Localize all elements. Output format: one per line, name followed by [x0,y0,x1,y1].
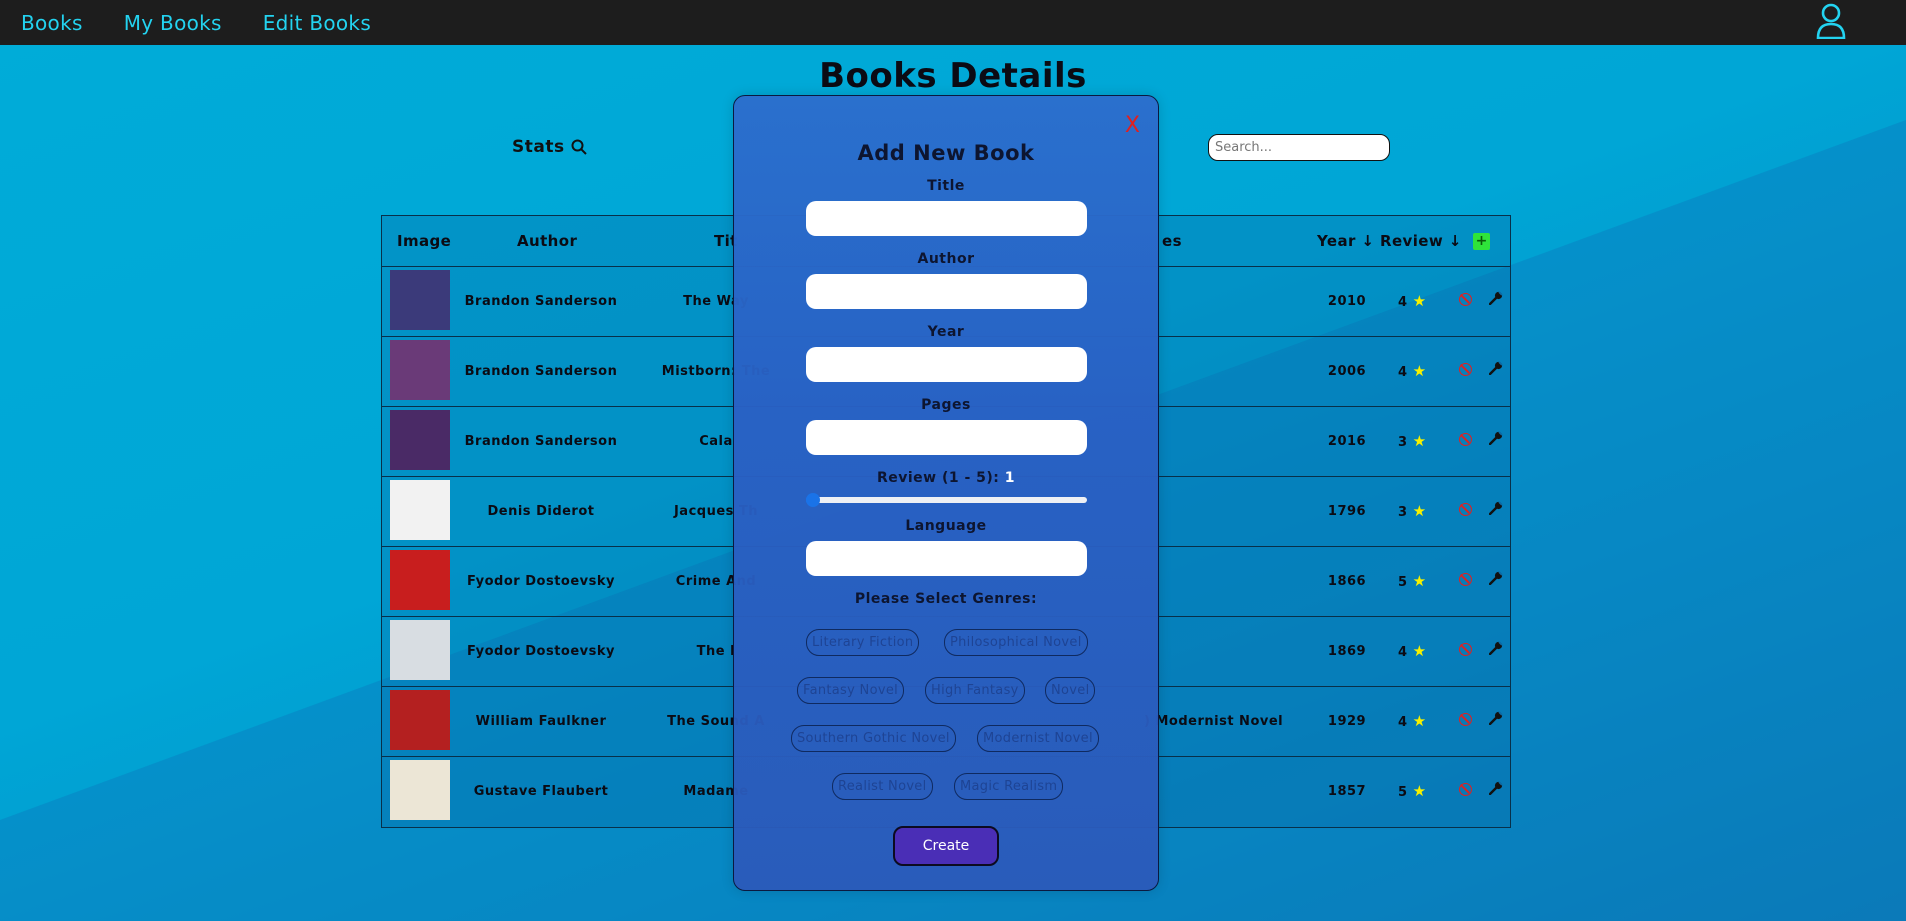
genre-philosophical-novel[interactable]: Philosophical Novel [944,629,1088,656]
star-icon: ★ [1412,642,1427,660]
delete-icon[interactable] [1459,293,1472,306]
star-icon: ★ [1412,502,1427,520]
wrench-icon[interactable] [1489,571,1503,585]
row-review-value: 4 [1398,365,1408,380]
row-year: 1866 [1327,574,1367,589]
search-input[interactable] [1208,134,1390,161]
review-label: Review (1 - 5): 1 [734,470,1158,486]
user-icon[interactable] [1816,3,1846,39]
stats-label: Stats [512,137,565,157]
genre-fantasy-novel[interactable]: Fantasy Novel [797,677,905,704]
row-year: 1869 [1327,644,1367,659]
create-button[interactable]: Create [893,826,999,866]
genre-modernist-novel[interactable]: Modernist Novel [977,725,1099,752]
wrench-icon[interactable] [1489,291,1503,305]
delete-icon[interactable] [1459,643,1472,656]
wrench-icon[interactable] [1489,501,1503,515]
row-review: 3 ★ [1398,502,1427,520]
add-book-modal: X Add New Book Title Author Year Pages R… [733,95,1159,891]
row-review-value: 4 [1398,645,1408,660]
nav-link-books[interactable]: Books [21,11,83,35]
row-review: 3 ★ [1398,432,1427,450]
page-title: Books Details [819,56,1087,96]
column-year-label: Year [1317,232,1356,250]
wrench-icon[interactable] [1489,431,1503,445]
genre-literary-fiction[interactable]: Literary Fiction [806,629,920,656]
column-author: Author [517,232,578,250]
review-value: 1 [1004,470,1016,486]
row-year: 1929 [1327,714,1367,729]
pages-label: Pages [921,397,971,413]
sort-down-icon: ↓ [1448,232,1462,250]
row-review-value: 5 [1398,785,1408,800]
add-book-button[interactable]: + [1473,233,1490,250]
row-review-value: 3 [1398,505,1408,520]
genre-southern-gothic-novel[interactable]: Southern Gothic Novel [791,725,956,752]
wrench-icon[interactable] [1489,781,1503,795]
review-slider-thumb[interactable] [806,493,820,507]
row-review: 4 ★ [1398,292,1427,310]
star-icon: ★ [1412,712,1427,730]
year-label: Year [927,324,965,340]
row-year: 2016 [1327,434,1367,449]
close-icon[interactable]: X [1125,113,1140,138]
column-review[interactable]: Review ↓ [1380,232,1462,250]
genres-heading: Please Select Genres: [854,591,1038,607]
column-review-label: Review [1380,232,1444,250]
author-label: Author [917,251,975,267]
row-review-value: 4 [1398,715,1408,730]
column-year[interactable]: Year ↓ [1317,232,1374,250]
row-review: 4 ★ [1398,362,1427,380]
column-image: Image [397,232,452,250]
delete-icon[interactable] [1459,433,1472,446]
author-input[interactable] [806,274,1087,309]
row-year: 2006 [1327,364,1367,379]
modal-title: Add New Book [857,141,1035,165]
star-icon: ★ [1412,572,1427,590]
star-icon: ★ [1412,782,1427,800]
year-input[interactable] [806,347,1087,382]
genre-realist-novel[interactable]: Realist Novel [832,773,933,800]
row-review: 5 ★ [1398,572,1427,590]
star-icon: ★ [1412,432,1427,450]
review-label-text: Review (1 - 5): [876,470,1000,486]
wrench-icon[interactable] [1489,711,1503,725]
column-genres: es [1162,232,1182,250]
delete-icon[interactable] [1459,363,1472,376]
wrench-icon[interactable] [1489,641,1503,655]
pages-input[interactable] [806,420,1087,455]
row-review: 4 ★ [1398,642,1427,660]
genre-high-fantasy[interactable]: High Fantasy [925,677,1025,704]
delete-icon[interactable] [1459,503,1472,516]
stats-button[interactable]: Stats [512,137,587,157]
row-review-value: 5 [1398,575,1408,590]
delete-icon[interactable] [1459,783,1472,796]
genre-novel[interactable]: Novel [1045,677,1096,704]
title-label: Title [927,178,965,194]
wrench-icon[interactable] [1489,361,1503,375]
genre-magic-realism[interactable]: Magic Realism [954,773,1064,800]
nav-link-edit-books[interactable]: Edit Books [263,11,371,35]
sort-down-icon: ↓ [1361,232,1375,250]
nav-link-my-books[interactable]: My Books [124,11,222,35]
row-review-value: 3 [1398,435,1408,450]
language-label: Language [905,518,987,534]
language-input[interactable] [806,541,1087,576]
search-icon [571,139,587,155]
row-year: 1857 [1327,784,1367,799]
row-review-value: 4 [1398,295,1408,310]
delete-icon[interactable] [1459,573,1472,586]
row-review: 5 ★ [1398,782,1427,800]
review-slider[interactable] [806,493,1087,507]
star-icon: ★ [1412,292,1427,310]
row-year: 1796 [1327,504,1367,519]
row-review: 4 ★ [1398,712,1427,730]
star-icon: ★ [1412,362,1427,380]
title-input[interactable] [806,201,1087,236]
top-nav: Books My Books Edit Books [0,0,1906,45]
row-year: 2010 [1327,294,1367,309]
delete-icon[interactable] [1459,713,1472,726]
